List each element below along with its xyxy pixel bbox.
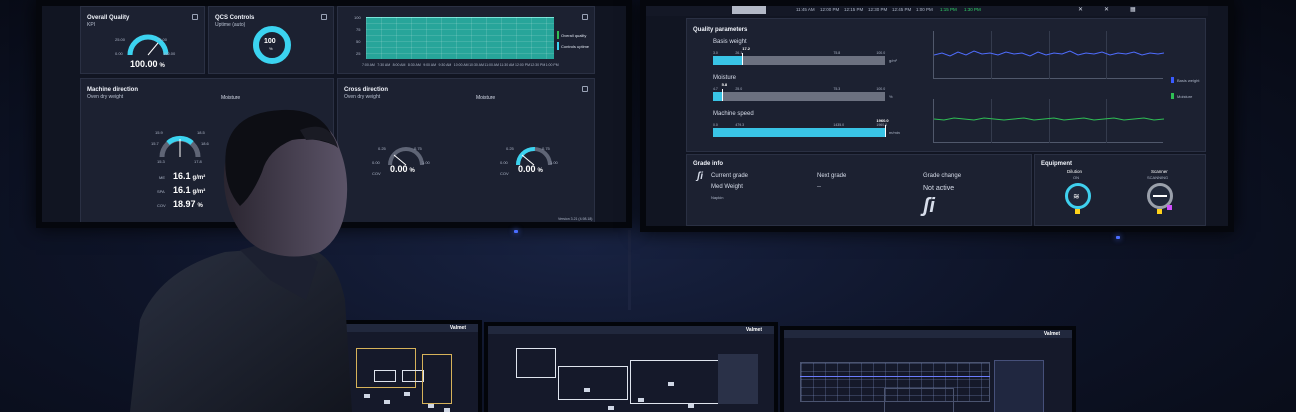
operator-person [130,109,352,412]
